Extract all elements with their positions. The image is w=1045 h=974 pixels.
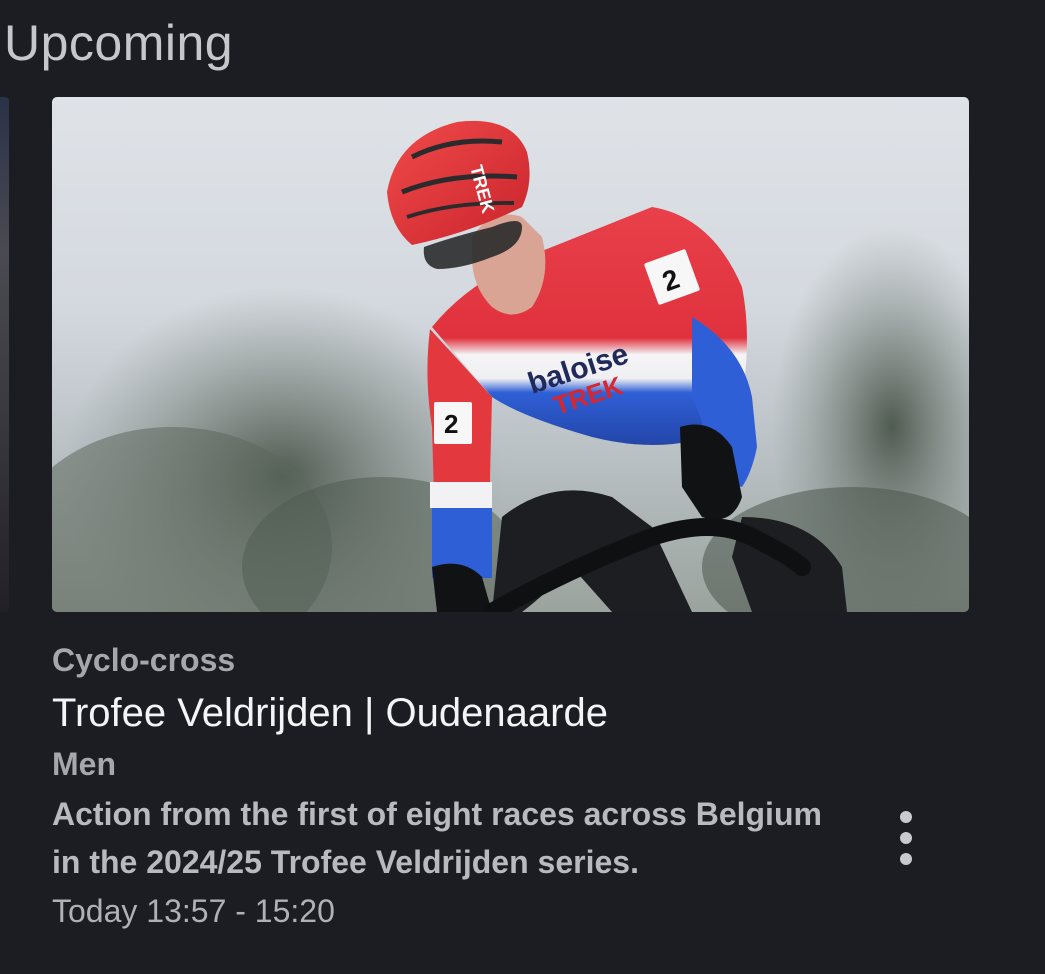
card-category: Cyclo-cross	[52, 642, 236, 678]
previous-card-thumbnail[interactable]	[0, 97, 9, 612]
card-meta: Cyclo-cross Trofee Veldrijden | Oudenaar…	[52, 640, 969, 934]
more-dot	[900, 811, 912, 823]
section-title: Upcoming	[4, 15, 234, 71]
card-subtitle: Men	[52, 746, 116, 782]
more-dot	[900, 853, 912, 865]
more-dot	[900, 832, 912, 844]
upcoming-card[interactable]: baloise TREK 2 2 TREK Cyclo-cross Trofee…	[52, 97, 969, 934]
card-time: Today 13:57 - 15:20	[52, 893, 335, 929]
svg-text:2: 2	[444, 409, 458, 439]
card-description: Action from the first of eight races acr…	[52, 796, 822, 880]
card-title[interactable]: Trofee Veldrijden | Oudenaarde	[52, 690, 969, 736]
more-vertical-icon[interactable]	[884, 805, 928, 871]
card-thumbnail[interactable]: baloise TREK 2 2 TREK	[52, 97, 969, 612]
thumbnail-illustration: baloise TREK 2 2 TREK	[52, 120, 969, 612]
